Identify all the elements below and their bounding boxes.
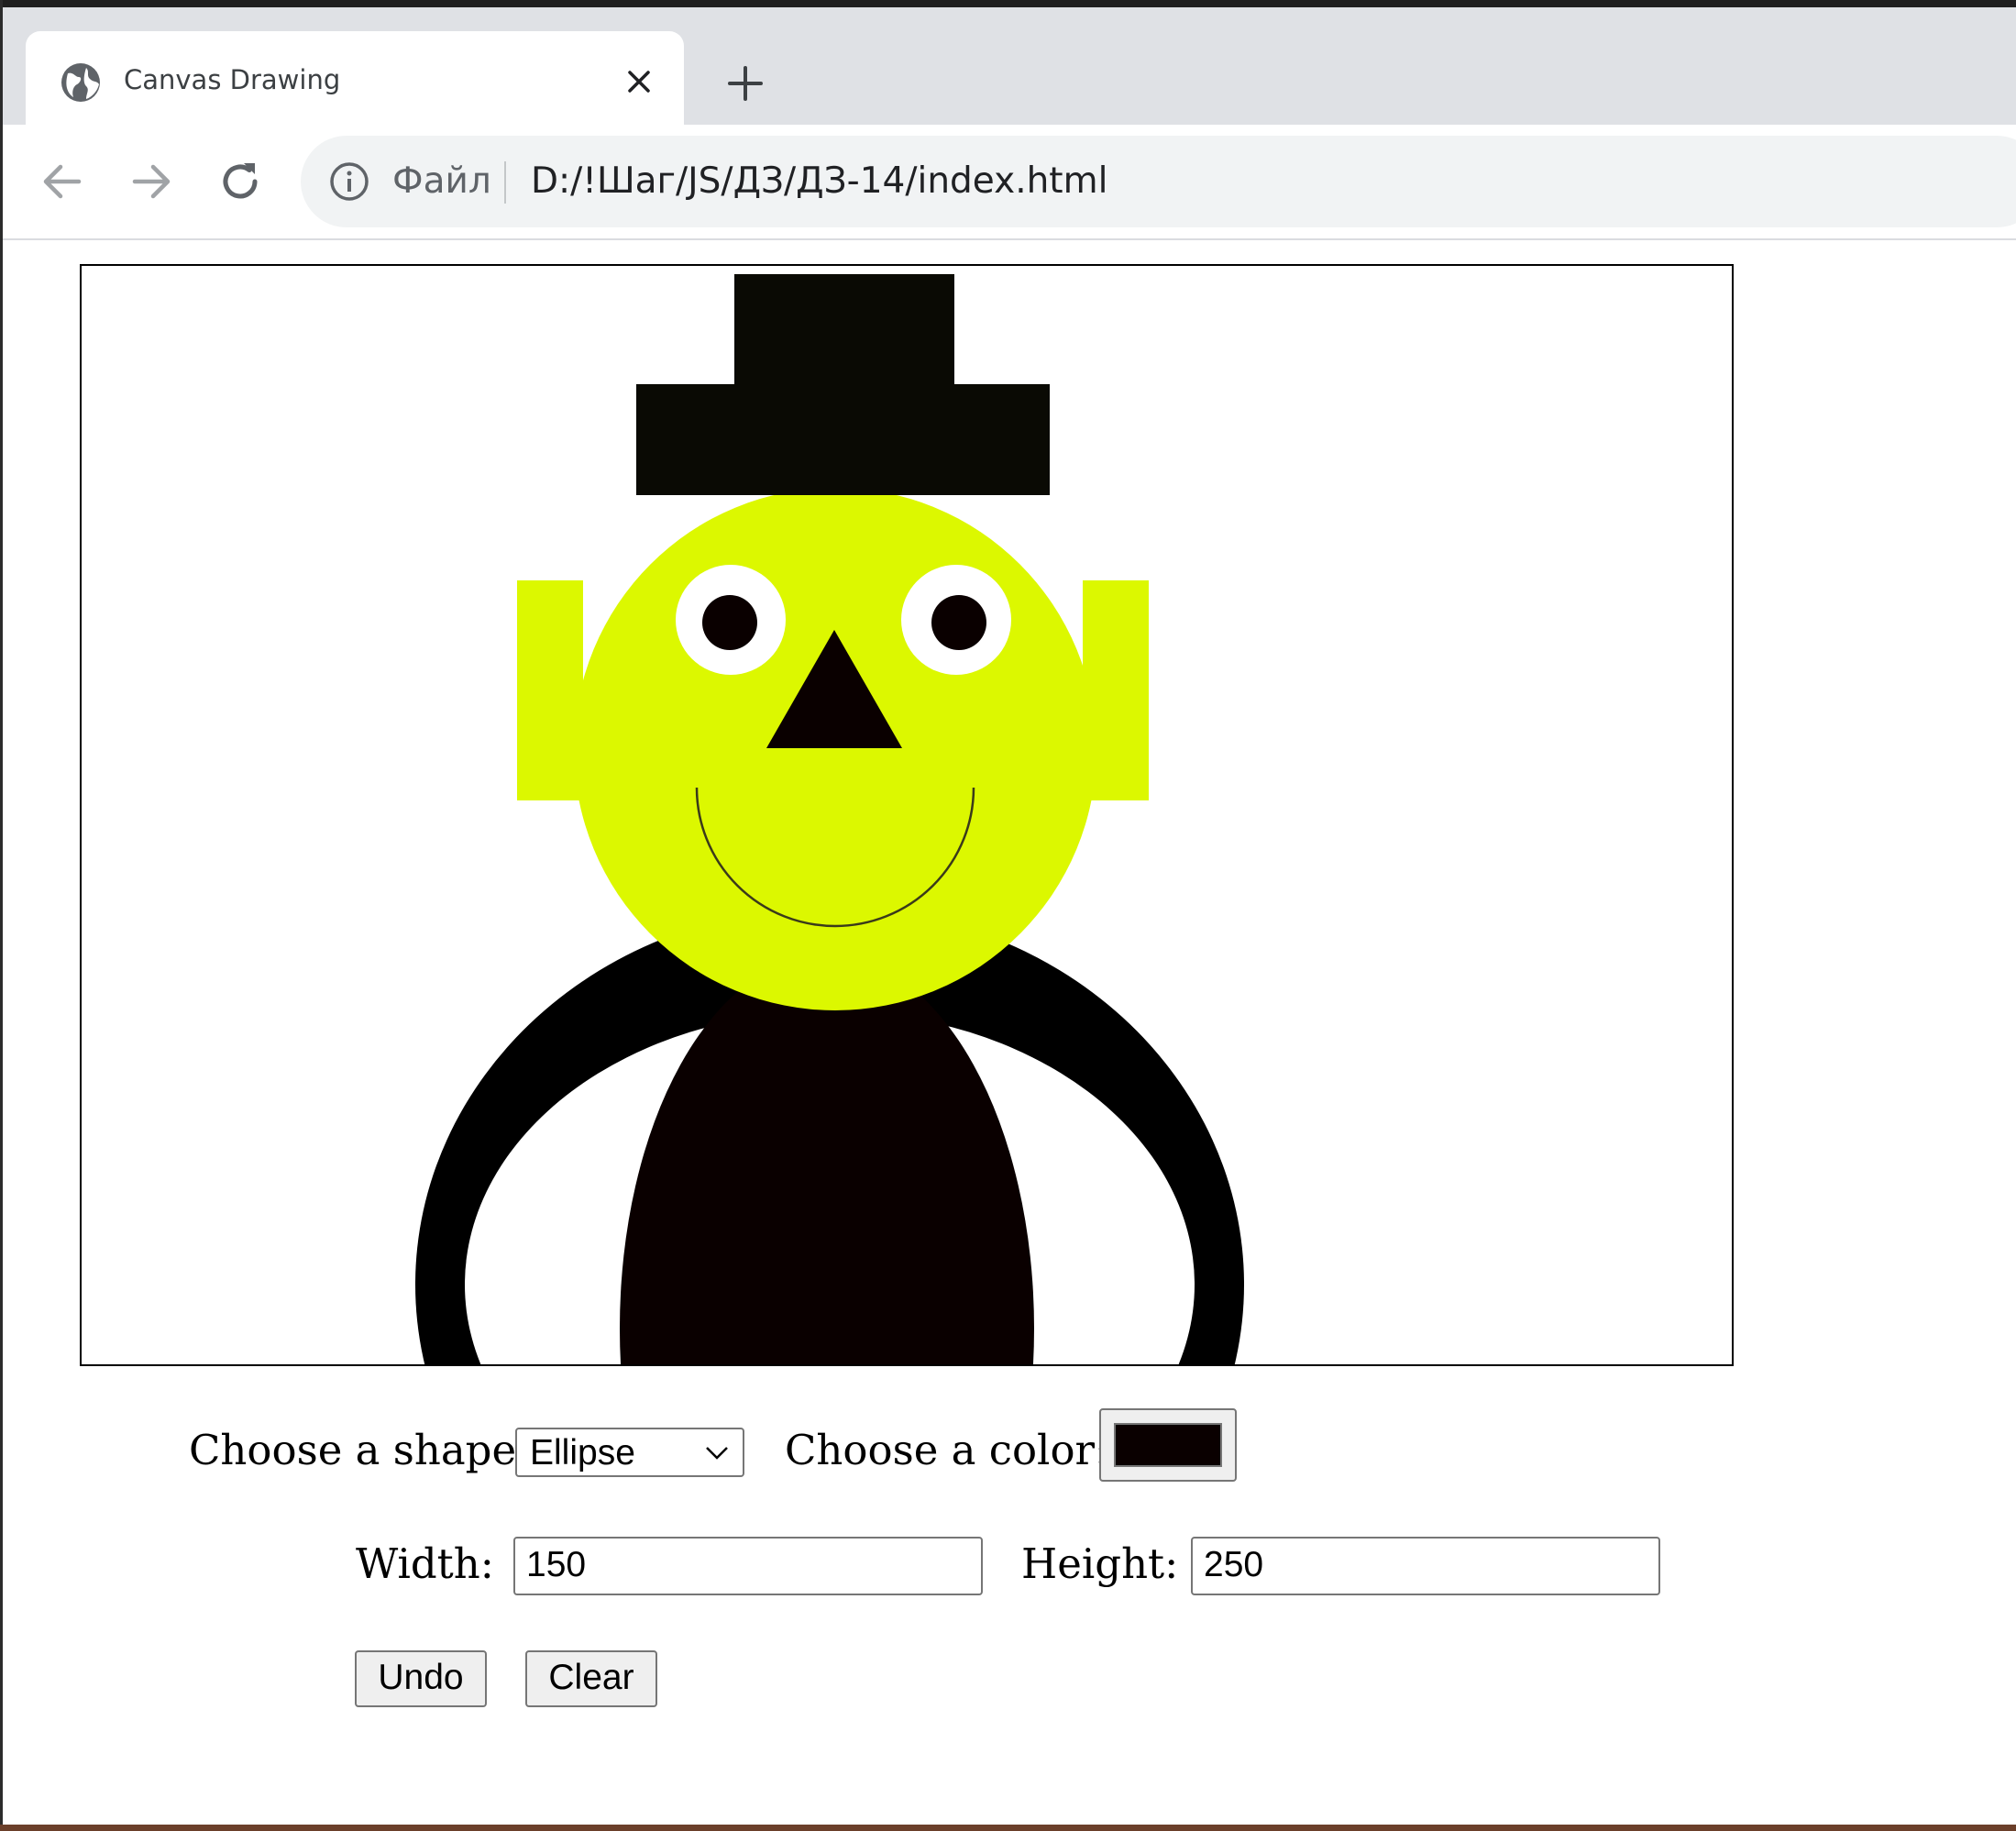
width-label: Width: bbox=[356, 1539, 494, 1588]
left-pupil bbox=[702, 595, 757, 650]
clear-button[interactable]: Clear bbox=[525, 1650, 657, 1707]
canvas-drawing bbox=[415, 274, 1244, 1364]
address-divider bbox=[504, 161, 506, 204]
plus-icon[interactable] bbox=[724, 62, 766, 105]
hat-top bbox=[734, 274, 954, 385]
back-arrow-icon[interactable] bbox=[37, 156, 88, 207]
shape-select-value: Ellipse bbox=[530, 1433, 635, 1473]
color-swatch bbox=[1114, 1423, 1222, 1467]
url-text[interactable]: D:/!Шаг/JS/ДЗ/ДЗ-14/index.html bbox=[531, 159, 1107, 204]
tab-bar: Canvas Drawing bbox=[0, 7, 2016, 132]
window-bottom-edge bbox=[0, 1825, 2016, 1831]
right-pupil bbox=[931, 595, 986, 650]
face-circle bbox=[574, 488, 1096, 1010]
reload-icon[interactable] bbox=[215, 156, 266, 207]
tab-title: Canvas Drawing bbox=[124, 64, 341, 95]
close-icon[interactable] bbox=[625, 68, 653, 95]
browser-tab[interactable]: Canvas Drawing bbox=[26, 31, 684, 132]
window-top-strip bbox=[0, 0, 2016, 7]
height-label: Height: bbox=[1021, 1539, 1179, 1588]
hat-brim bbox=[636, 384, 1050, 495]
browser-toolbar: Файл D:/!Шаг/JS/ДЗ/ДЗ-14/index.html bbox=[0, 125, 2016, 240]
shape-select[interactable]: Ellipse bbox=[515, 1428, 744, 1477]
address-scheme-label: Файл bbox=[392, 160, 491, 202]
color-label: Choose a color: bbox=[785, 1426, 1109, 1474]
chevron-down-icon bbox=[706, 1447, 728, 1460]
shape-label: Choose a shape: bbox=[189, 1426, 531, 1474]
globe-icon bbox=[61, 63, 100, 102]
info-icon[interactable] bbox=[328, 160, 370, 203]
window-left-edge bbox=[0, 0, 3, 1831]
height-input[interactable]: 250 bbox=[1191, 1537, 1660, 1595]
forward-arrow-icon[interactable] bbox=[126, 156, 177, 207]
address-bar[interactable]: Файл D:/!Шаг/JS/ДЗ/ДЗ-14/index.html bbox=[301, 136, 2016, 227]
undo-button[interactable]: Undo bbox=[355, 1650, 487, 1707]
drawing-canvas[interactable] bbox=[80, 264, 1734, 1366]
left-ear bbox=[517, 580, 583, 800]
right-ear bbox=[1083, 580, 1149, 800]
width-input[interactable]: 150 bbox=[513, 1537, 983, 1595]
color-picker[interactable] bbox=[1099, 1408, 1237, 1482]
